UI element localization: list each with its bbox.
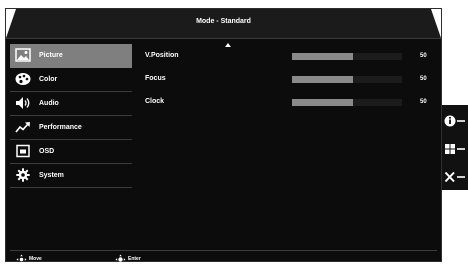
setting-label: V.Position: [145, 52, 179, 59]
sidebar-item-label: Performance: [39, 124, 82, 131]
osd-window-icon: [16, 144, 30, 158]
info-icon[interactable]: [444, 113, 466, 129]
speaker-icon: [16, 97, 30, 109]
sidebar-item-system[interactable]: System: [10, 164, 132, 188]
setting-value: 50: [420, 76, 427, 82]
setting-row-vposition[interactable]: V.Position 50: [145, 52, 435, 62]
palette-icon: [15, 73, 31, 85]
sidebar-item-osd[interactable]: OSD: [10, 140, 132, 164]
page-title: Mode - Standard: [196, 18, 251, 25]
setting-slider[interactable]: [292, 99, 402, 106]
scroll-up-arrow-icon[interactable]: [225, 43, 231, 47]
picture-icon: [15, 48, 31, 62]
trend-arrow-icon: [15, 122, 30, 133]
slider-fill: [292, 99, 353, 106]
osd-menu: Mode - Standard Picture Color Audio Perf…: [5, 8, 442, 265]
sidebar-item-label: System: [39, 172, 64, 179]
sidebar-item-performance[interactable]: Performance: [10, 116, 132, 140]
slider-fill: [292, 53, 353, 60]
osd-header: Mode - Standard: [6, 9, 441, 39]
close-icon[interactable]: [444, 169, 466, 185]
setting-row-clock[interactable]: Clock 50: [145, 98, 435, 108]
grid-icon[interactable]: [444, 141, 466, 157]
setting-label: Focus: [145, 75, 166, 82]
sidebar-item-color[interactable]: Color: [10, 68, 132, 92]
footer-enter-label: Enter: [128, 256, 141, 262]
slider-fill: [292, 76, 353, 83]
gear-icon: [16, 168, 30, 182]
sidebar-item-label: OSD: [39, 148, 55, 155]
joystick-move-icon: [16, 254, 27, 265]
footer-move-label: Move: [29, 256, 42, 262]
setting-value: 50: [420, 99, 427, 105]
hotkey-bar: [442, 105, 468, 190]
setting-slider[interactable]: [292, 53, 402, 60]
setting-label: Clock: [145, 98, 165, 105]
sidebar: Picture Color Audio Performance OSD Syst…: [10, 44, 132, 188]
sidebar-item-audio[interactable]: Audio: [10, 92, 132, 116]
sidebar-item-label: Color: [39, 76, 58, 83]
joystick-enter-icon: [115, 254, 126, 265]
setting-row-focus[interactable]: Focus 50: [145, 75, 435, 85]
sidebar-item-label: Audio: [39, 100, 59, 107]
setting-slider[interactable]: [292, 76, 402, 83]
sidebar-item-label: Picture: [39, 52, 63, 59]
setting-value: 50: [420, 53, 427, 59]
sidebar-item-picture[interactable]: Picture: [10, 44, 132, 68]
footer-divider: [10, 250, 437, 251]
